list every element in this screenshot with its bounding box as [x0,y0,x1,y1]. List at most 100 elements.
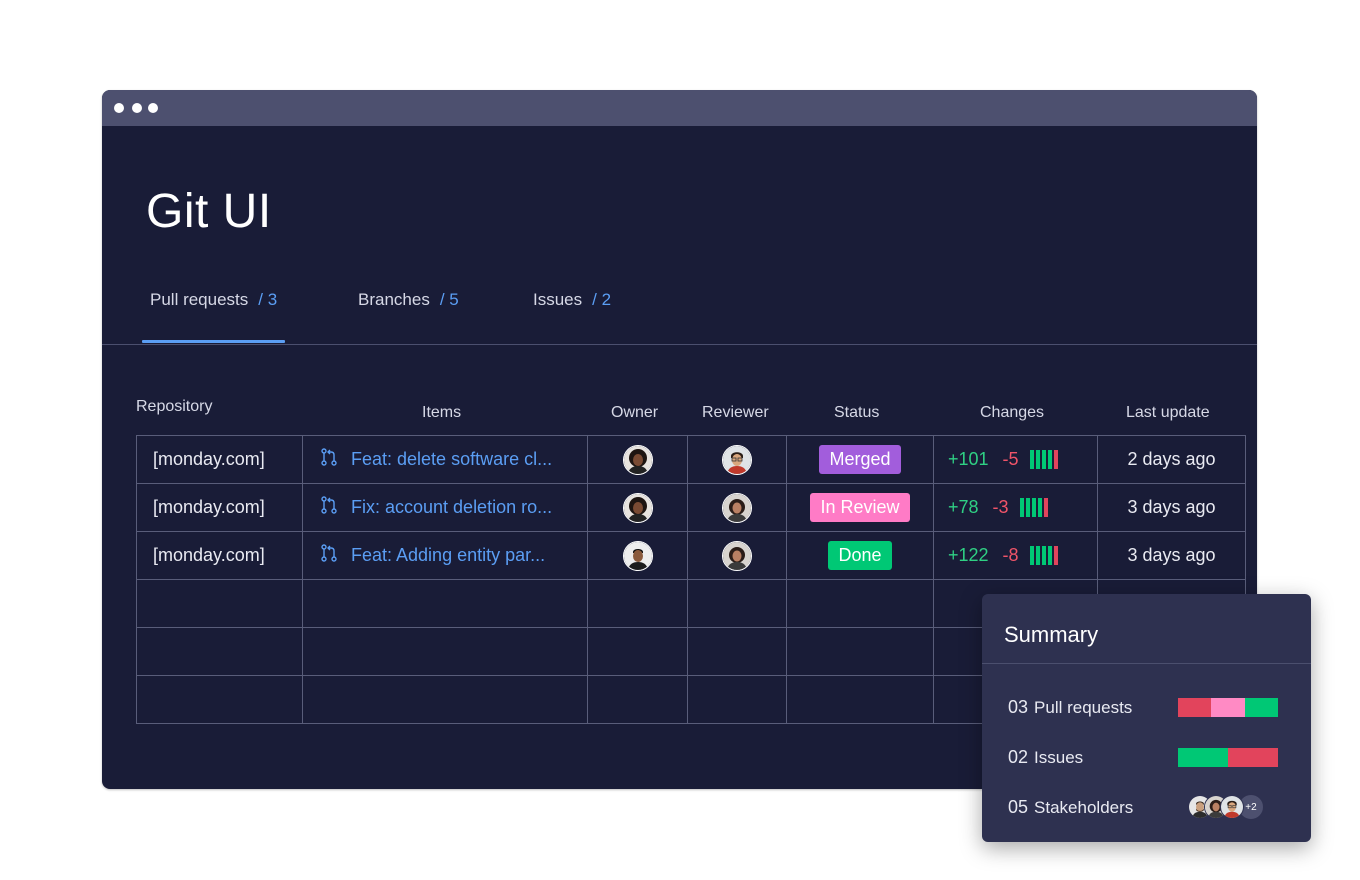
stakeholder-avatar[interactable] [1220,795,1244,819]
empty-cell[interactable] [687,579,787,628]
item-cell[interactable]: Feat: delete software cl... [302,435,588,484]
owner-avatar[interactable] [622,540,653,571]
diff-stat-bar [1037,498,1042,517]
pull-request-link[interactable]: Fix: account deletion ro... [351,497,552,518]
empty-cell[interactable] [136,579,303,628]
summary-row-issues: 02 Issues [1008,747,1083,768]
tab-count: / 2 [592,290,612,309]
empty-cell[interactable] [136,675,303,724]
owner-avatar[interactable] [622,492,653,523]
additions-count: +101 [948,449,989,469]
changes-cell: +122 -8 [933,531,1098,580]
status-segment [1178,748,1228,767]
owner-cell[interactable] [587,483,688,532]
changes-content: +78 -3 [935,497,1097,518]
diff-stat-bar [1047,546,1052,565]
diff-stat-bar [1041,450,1046,469]
diff-stat-bar [1053,450,1058,469]
window-dot-icon [148,103,158,113]
owner-avatar[interactable] [622,444,653,475]
status-badge[interactable]: Done [828,541,892,570]
reviewer-cell[interactable] [687,483,787,532]
tab-count: / 3 [258,290,278,309]
diff-stat-bar [1035,546,1040,565]
repository-cell[interactable]: [monday.com] [136,483,303,532]
pull-request-link[interactable]: Feat: delete software cl... [351,449,552,470]
diff-stat-bar [1041,546,1046,565]
summary-label: Pull requests [1034,698,1133,717]
diff-stat-bars [1029,450,1058,469]
owner-cell[interactable] [587,435,688,484]
tab-issues[interactable]: Issues / 2 [533,290,611,342]
empty-cell[interactable] [136,627,303,676]
reviewer-cell[interactable] [687,435,787,484]
issues-status-bar [1178,748,1278,767]
status-cell[interactable]: Merged [786,435,934,484]
status-badge[interactable]: In Review [810,493,910,522]
empty-cell[interactable] [687,627,787,676]
owner-cell[interactable] [587,531,688,580]
window-titlebar [102,90,1257,126]
empty-cell[interactable] [302,579,588,628]
deletions-count: -5 [1002,449,1019,469]
table-row[interactable]: [monday.com] Fix: account deletion ro... I… [136,483,1246,532]
item-cell[interactable]: Fix: account deletion ro... [302,483,588,532]
summary-divider [982,663,1311,664]
additions-count: +122 [948,545,989,565]
status-segment [1211,698,1245,717]
summary-count: 02 [1008,747,1029,767]
changes-cell: +78 -3 [933,483,1098,532]
item-cell-content: Feat: Adding entity par... [304,543,587,568]
pull-request-icon [319,543,339,568]
reviewer-avatar[interactable] [722,492,752,523]
summary-label: Issues [1034,748,1084,767]
tab-count: / 5 [439,290,459,309]
tab-label: Issues [533,290,583,309]
item-cell-content: Fix: account deletion ro... [304,495,587,520]
item-cell[interactable]: Feat: Adding entity par... [302,531,588,580]
column-header-items: Items [422,404,462,421]
status-segment [1178,698,1212,717]
status-cell[interactable]: Done [786,531,934,580]
pull-request-link[interactable]: Feat: Adding entity par... [351,545,545,566]
repository-cell[interactable]: [monday.com] [136,435,303,484]
stakeholder-avatar-stack[interactable]: +2 [1188,794,1264,820]
status-badge[interactable]: Merged [819,445,901,474]
empty-cell[interactable] [786,675,934,724]
empty-cell[interactable] [587,627,688,676]
diff-stat-bar [1035,450,1040,469]
window-dot-icon [114,103,124,113]
empty-cell[interactable] [786,627,934,676]
window-dot-icon [132,103,142,113]
item-cell-content: Feat: delete software cl... [304,447,587,472]
reviewer-avatar[interactable] [722,444,752,475]
table-row[interactable]: [monday.com] Feat: Adding entity par... Do… [136,531,1246,580]
pull-request-icon [319,495,339,520]
status-cell[interactable]: In Review [786,483,934,532]
reviewer-avatar[interactable] [722,540,752,571]
summary-row-stakeholders: 05 Stakeholders [1008,797,1133,818]
diff-stat-bars [1029,546,1058,565]
summary-label: Stakeholders [1034,798,1134,817]
empty-cell[interactable] [587,579,688,628]
last-update-cell: 2 days ago [1097,435,1246,484]
empty-cell[interactable] [302,675,588,724]
status-segment [1228,748,1278,767]
empty-cell[interactable] [302,627,588,676]
empty-cell[interactable] [786,579,934,628]
repository-cell[interactable]: [monday.com] [136,531,303,580]
empty-cell[interactable] [687,675,787,724]
reviewer-cell[interactable] [687,531,787,580]
pull-requests-status-bar [1178,698,1278,717]
table-row[interactable]: [monday.com] Feat: delete software cl... M… [136,435,1246,484]
changes-content: +101 -5 [935,449,1097,470]
diff-stat-bar [1047,450,1052,469]
status-segment [1244,698,1278,717]
changes-cell: +101 -5 [933,435,1098,484]
column-header-changes: Changes [980,404,1045,421]
page-title: Git UI [146,185,272,238]
tab-pull-requests[interactable]: Pull requests / 3 [141,290,286,343]
tab-branches[interactable]: Branches / 5 [358,290,459,342]
empty-cell[interactable] [587,675,688,724]
last-update-cell: 3 days ago [1097,483,1246,532]
